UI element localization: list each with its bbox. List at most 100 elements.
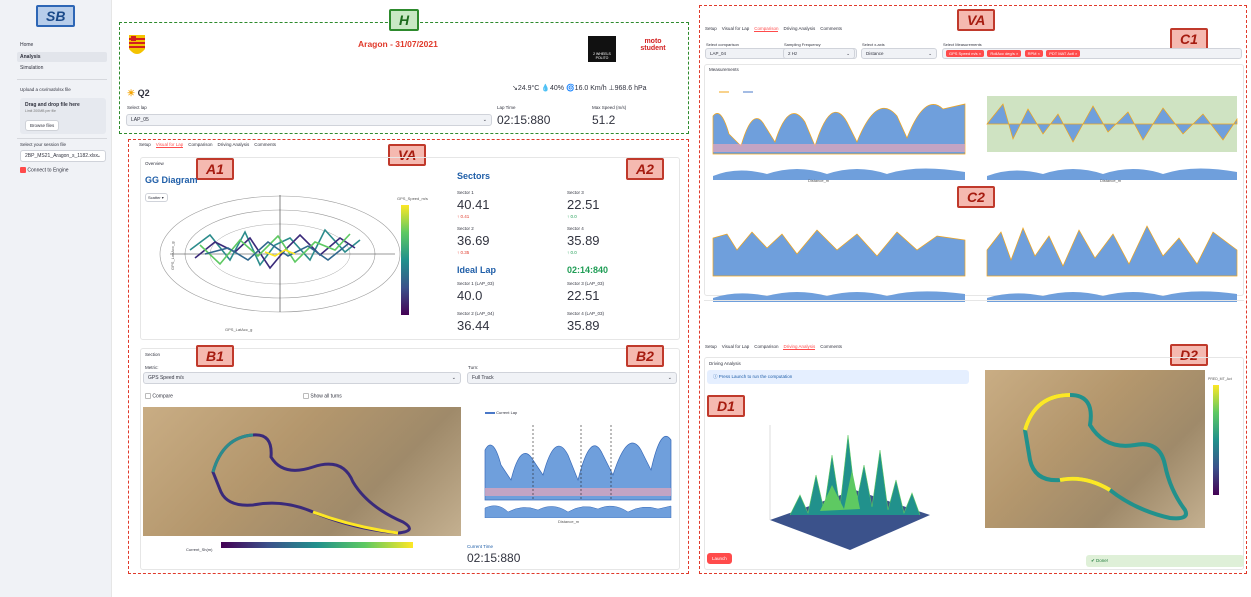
sampling-value: 2 Hz — [788, 51, 798, 56]
tab-driving-analysis-r[interactable]: Driving Analysis — [783, 26, 815, 32]
track-map[interactable] — [143, 407, 461, 536]
turn-select[interactable]: Full Track ⌄ — [467, 372, 677, 384]
xaxis-label: Select x-axis — [862, 42, 885, 47]
measurements-select-label: Select Measurements — [943, 42, 982, 47]
chip-gps-speed[interactable]: GPS Speed m/s × — [946, 50, 985, 57]
info-banner: ⓘ Press Launch to run the computation — [707, 370, 969, 384]
tag-b2: B2 — [626, 345, 664, 367]
session-select[interactable]: 2BP_MS21_Aragon_s_1182.xlsx ⌄ — [20, 150, 106, 162]
launch-button[interactable]: Launch — [707, 553, 732, 564]
right-tabs: Setup Visual for Lap Comparison Driving … — [705, 26, 842, 32]
tab-comparison-r[interactable]: Comparison — [754, 26, 779, 32]
driving-track-map[interactable] — [985, 370, 1205, 528]
info-icon: ⓘ — [713, 374, 718, 379]
tab-comments-r[interactable]: Comments — [820, 26, 842, 32]
tag-b1: B1 — [196, 345, 234, 367]
left-tabs: Setup Visual for Lap Comparison Driving … — [139, 142, 276, 148]
sun-icon: ☀ — [127, 88, 136, 98]
legend-swatch — [485, 411, 495, 414]
comparison-x-label-1: Distance_m — [808, 178, 830, 183]
connect-checkbox[interactable] — [20, 167, 26, 173]
driving-colorbar — [1213, 385, 1219, 495]
section-legend: Current Lap — [485, 410, 517, 415]
sector-1-label: Sector 1 — [457, 190, 474, 195]
tab-driving-analysis-d[interactable]: Driving Analysis — [783, 344, 816, 350]
tab-comparison[interactable]: Comparison — [188, 142, 212, 148]
lap-time-value: 02:15:880 — [497, 113, 551, 127]
show-all-turns-toggle[interactable]: Show all turns — [303, 393, 342, 399]
lap-select[interactable]: LAP_05 ⌄ — [126, 114, 492, 126]
chevron-down-icon: ⌄ — [667, 375, 672, 381]
tab-setup[interactable]: Setup — [139, 142, 151, 148]
gg-diagram-title: GG Diagram — [145, 175, 198, 185]
sector-3-label: Sector 3 — [567, 190, 584, 195]
tag-a2: A2 — [626, 158, 664, 180]
section-legend-label: Current Lap — [496, 410, 518, 415]
info-text: Press Launch to run the computation — [718, 374, 793, 379]
compare-checkbox[interactable] — [145, 393, 151, 399]
turn-value: Full Track — [472, 375, 494, 381]
comparison-plot-pdt — [986, 225, 1238, 302]
tab-comments[interactable]: Comments — [254, 142, 276, 148]
tag-d1: D1 — [707, 395, 745, 417]
drop-limit: Limit 200MB per file — [25, 109, 56, 113]
ideal-sector-4-value: 35.89 — [567, 318, 600, 333]
tag-c2: C2 — [957, 186, 995, 208]
chip-rollacc[interactable]: RollAcc deg/s × — [987, 50, 1022, 57]
compare-toggle[interactable]: Compare — [145, 393, 173, 399]
done-banner: ✔ Done! — [1086, 555, 1244, 567]
tab-driving-analysis[interactable]: Driving Analysis — [217, 142, 249, 148]
sector-2-label: Sector 2 — [457, 226, 474, 231]
polito-logo-text: 2 WHEELS POLITO — [593, 52, 611, 60]
sector-4-value: 35.89 — [567, 233, 600, 248]
nav-analysis[interactable]: Analysis — [17, 52, 107, 62]
tag-a1: A1 — [196, 158, 234, 180]
ideal-sector-3-label: Sector 3 (LAP_03) — [567, 281, 605, 286]
sampling-label: Sampling Frequency — [784, 42, 821, 47]
tag-va-right: VA — [957, 9, 996, 31]
nav-simulation[interactable]: Simulation — [20, 65, 43, 71]
metric-label: Metric: — [145, 365, 159, 370]
driving-title: Driving Analysis — [709, 361, 741, 366]
chevron-down-icon: ⌄ — [928, 51, 932, 56]
compare-label: Compare — [152, 393, 173, 400]
show-all-label: Show all turns — [310, 393, 342, 400]
comparison-plot-rollacc — [986, 96, 1238, 180]
sector-1-delta: ↑ 0.41 — [457, 214, 470, 219]
nav-home[interactable]: Home — [20, 42, 33, 48]
connect-engine[interactable]: Connect to Engine — [20, 167, 69, 173]
sidebar: SB Home Analysis Simulation Upload a csv… — [0, 0, 112, 597]
overview-title: Overview — [145, 161, 164, 166]
comparison-plot-rpm — [712, 229, 966, 302]
chip-pdt-mat[interactable]: PDT MAT Actl × — [1046, 50, 1081, 57]
session-name: Q2 — [137, 88, 150, 98]
tab-visual-lap-d[interactable]: Visual for Lap — [722, 344, 749, 350]
tab-setup-d[interactable]: Setup — [705, 344, 717, 350]
ideal-sector-3-value: 22.51 — [567, 288, 600, 303]
sampling-select[interactable]: 2 Hz ⌄ — [783, 48, 855, 59]
tab-setup-r[interactable]: Setup — [705, 26, 717, 32]
driving-track-line — [1022, 392, 1188, 521]
tab-visual-lap[interactable]: Visual for Lap — [155, 142, 184, 148]
connect-label: Connect to Engine — [27, 167, 69, 174]
show-all-checkbox[interactable] — [303, 393, 309, 399]
sector-2-delta: ↑ 0.35 — [457, 250, 470, 255]
tab-visual-lap-r[interactable]: Visual for Lap — [722, 26, 749, 32]
tab-comments-d[interactable]: Comments — [820, 344, 842, 350]
measurements-multiselect[interactable]: GPS Speed m/s × RollAcc deg/s × RPM × PD… — [942, 48, 1242, 59]
ideal-lap-time: 02:14:840 — [567, 265, 609, 275]
chip-rpm[interactable]: RPM × — [1024, 50, 1043, 57]
browse-files-button[interactable]: Browse files — [25, 120, 60, 131]
metric-select[interactable]: GPS Speed m/s ⌄ — [143, 372, 461, 384]
metric-value: GPS Speed m/s — [148, 375, 184, 381]
xaxis-value: Distance — [866, 51, 884, 56]
tag-h: H — [389, 9, 420, 31]
tag-sb: SB — [36, 5, 76, 27]
xaxis-select[interactable]: Distance ⌄ — [861, 48, 937, 59]
tab-comparison-d[interactable]: Comparison — [754, 344, 778, 350]
ideal-sector-2-label: Sector 2 (LAP_04) — [457, 311, 495, 316]
comparison-value: LAP_04 — [710, 51, 727, 56]
colorbar-label: GPS_Speed_m/s — [397, 196, 428, 201]
turn-label: Turn: — [468, 365, 479, 370]
section-title: Section — [145, 352, 161, 357]
